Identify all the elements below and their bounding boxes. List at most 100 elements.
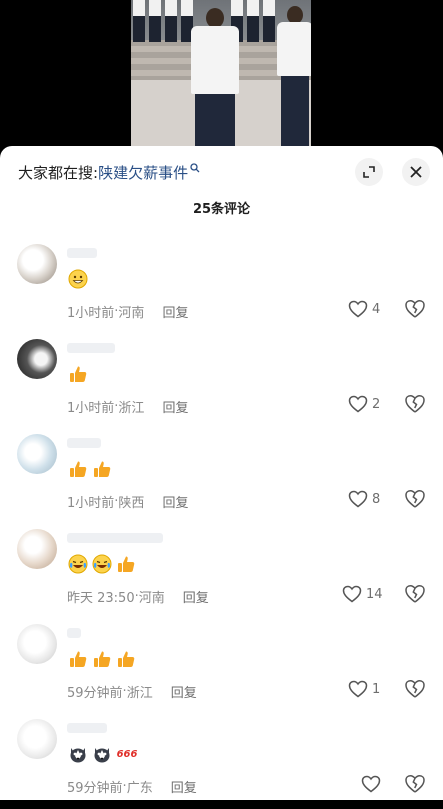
video-frame	[131, 0, 311, 148]
comment-meta: 1小时前 · 陕西 回复	[67, 492, 189, 511]
close-button[interactable]	[402, 158, 430, 186]
thumbs-up-icon	[67, 648, 89, 670]
comment-location: 河南	[118, 306, 145, 321]
broken-heart-icon[interactable]	[404, 299, 426, 319]
heart-icon	[348, 680, 368, 698]
thumbs-up-icon	[115, 553, 137, 575]
standing-person	[133, 0, 145, 42]
username-blurred[interactable]	[67, 723, 107, 733]
comment-time: 1小时前	[67, 496, 115, 511]
heart-icon	[361, 775, 381, 793]
username-blurred[interactable]	[67, 248, 97, 258]
comment-time: 1小时前	[67, 401, 115, 416]
username-blurred[interactable]	[67, 628, 81, 638]
broken-heart-icon[interactable]	[404, 679, 426, 699]
broken-heart-icon[interactable]	[404, 584, 426, 604]
standing-person	[149, 0, 161, 42]
laugh-cry-emoji-icon	[91, 553, 113, 575]
avatar[interactable]	[17, 624, 57, 664]
thumbs-up-icon	[67, 363, 89, 385]
reply-button[interactable]: 回复	[162, 302, 188, 321]
reply-button[interactable]: 回复	[183, 587, 209, 606]
comment-emojis	[67, 363, 89, 385]
like-button[interactable]: 4	[348, 300, 380, 318]
broken-heart-icon[interactable]	[404, 394, 426, 414]
comment-time: 昨天 23:50	[67, 591, 135, 606]
close-icon	[410, 166, 422, 178]
heart-icon	[348, 300, 368, 318]
husky-emoji-icon	[91, 743, 113, 765]
comment-item: 1小时前 · 浙江 回复 2	[0, 339, 443, 429]
like-button[interactable]: 8	[348, 490, 380, 508]
heart-icon	[348, 395, 368, 413]
laugh-cry-emoji-icon	[67, 553, 89, 575]
comment-meta: 59分钟前 · 浙江 回复	[67, 682, 197, 701]
like-button[interactable]: 2	[348, 395, 380, 413]
comment-item: 1小时前 · 陕西 回复 8	[0, 434, 443, 524]
comment-location: 浙江	[126, 686, 153, 701]
comment-item: 666 59分钟前 · 广东 回复	[0, 719, 443, 809]
comment-location: 广东	[126, 781, 153, 796]
comment-emojis	[67, 268, 89, 290]
comment-meta: 1小时前 · 河南 回复	[67, 302, 189, 321]
heart-icon	[342, 585, 362, 603]
like-count: 1	[372, 681, 381, 697]
thumbs-up-icon	[67, 458, 89, 480]
standing-person	[165, 0, 177, 42]
search-icon	[190, 163, 200, 173]
thumbs-up-icon	[91, 458, 113, 480]
like-button[interactable]	[361, 775, 385, 793]
like-count: 14	[366, 586, 383, 602]
avatar[interactable]	[17, 244, 57, 284]
search-topic-link[interactable]: 陕建欠薪事件	[98, 162, 188, 183]
reply-button[interactable]: 回复	[171, 777, 197, 796]
comment-location: 河南	[138, 591, 165, 606]
comment-emojis	[67, 458, 113, 480]
standing-person	[247, 0, 259, 42]
comment-emojis: 666	[67, 743, 139, 765]
comment-location: 浙江	[118, 401, 145, 416]
broken-heart-icon[interactable]	[404, 774, 426, 794]
comment-time: 1小时前	[67, 306, 115, 321]
like-count: 8	[372, 491, 381, 507]
comment-count: 25条评论	[192, 202, 251, 217]
comment-item: 昨天 23:50 · 河南 回复 14	[0, 529, 443, 619]
search-prefix: 大家都在搜:	[18, 163, 99, 182]
expand-button[interactable]	[355, 158, 383, 186]
reply-button[interactable]: 回复	[171, 682, 197, 701]
comment-meta: 1小时前 · 浙江 回复	[67, 397, 189, 416]
avatar[interactable]	[17, 339, 57, 379]
avatar[interactable]	[17, 529, 57, 569]
like-count: 2	[372, 396, 381, 412]
standing-person	[263, 0, 275, 42]
avatar[interactable]	[17, 434, 57, 474]
comment-sheet: 大家都在搜: 陕建欠薪事件 25条评论 1小时前 · 河南 回复 4 1小时前 …	[0, 146, 443, 800]
heart-icon	[348, 490, 368, 508]
thumbs-up-icon	[115, 648, 137, 670]
666-emoji: 666	[116, 748, 138, 760]
search-suggestion[interactable]: 大家都在搜: 陕建欠薪事件	[18, 160, 200, 184]
username-blurred[interactable]	[67, 438, 101, 448]
like-button[interactable]: 1	[348, 680, 380, 698]
thumbs-up-icon	[91, 648, 113, 670]
reply-button[interactable]: 回复	[162, 492, 188, 511]
comment-emojis	[67, 553, 137, 575]
like-count: 4	[372, 301, 381, 317]
comment-meta: 昨天 23:50 · 河南 回复	[67, 587, 209, 606]
husky-emoji-icon	[67, 743, 89, 765]
comment-time: 59分钟前	[67, 686, 123, 701]
username-blurred[interactable]	[67, 343, 115, 353]
reply-button[interactable]: 回复	[162, 397, 188, 416]
expand-icon	[363, 166, 375, 178]
avatar[interactable]	[17, 719, 57, 759]
grin-emoji-icon	[67, 268, 89, 290]
comment-item: 59分钟前 · 浙江 回复 1	[0, 624, 443, 714]
comment-emojis	[67, 648, 137, 670]
comment-meta: 59分钟前 · 广东 回复	[67, 777, 197, 796]
video-player[interactable]	[0, 0, 443, 148]
like-button[interactable]: 14	[342, 585, 383, 603]
username-blurred[interactable]	[67, 533, 163, 543]
comment-item: 1小时前 · 河南 回复 4	[0, 244, 443, 334]
comment-location: 陕西	[118, 496, 145, 511]
broken-heart-icon[interactable]	[404, 489, 426, 509]
